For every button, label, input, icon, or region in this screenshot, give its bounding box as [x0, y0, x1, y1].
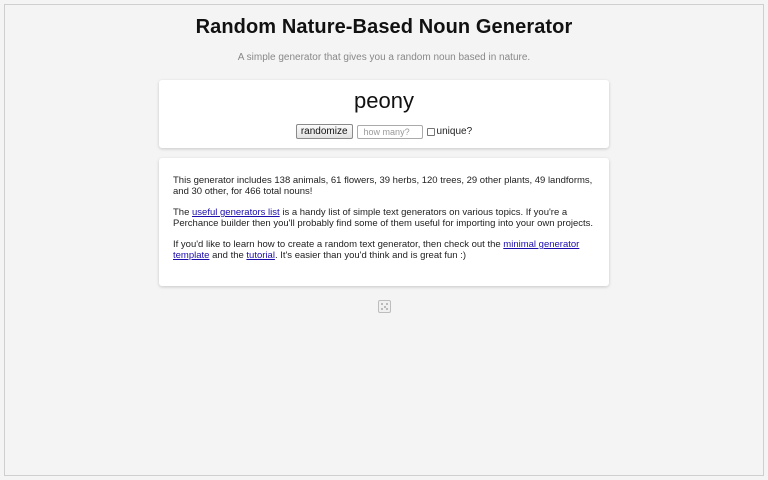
randomize-button[interactable]: randomize: [295, 124, 353, 139]
info-text: . It's easier than you'd think and is gr…: [274, 250, 467, 261]
info-card: This generator includes 138 animals, 61 …: [159, 158, 609, 286]
info-paragraph-tutorial: If you'd like to learn how to create a r…: [173, 239, 595, 261]
how-many-input[interactable]: [356, 124, 423, 139]
unique-checkbox[interactable]: [426, 127, 435, 136]
info-paragraph-useful: The useful generators list is a handy li…: [173, 207, 595, 229]
unique-toggle[interactable]: unique?: [426, 126, 473, 137]
info-text: If you'd like to learn how to create a r…: [173, 239, 504, 250]
generator-card: peony randomize unique?: [159, 80, 609, 148]
info-paragraph-counts: This generator includes 138 animals, 61 …: [173, 175, 593, 197]
info-text: and the: [209, 250, 247, 261]
generator-controls: randomize unique?: [159, 124, 609, 139]
page-subtitle: A simple generator that gives you a rand…: [237, 52, 531, 63]
unique-label: unique?: [436, 126, 473, 137]
result-text: peony: [354, 88, 414, 113]
info-text: The: [173, 207, 193, 218]
page-title: Random Nature-Based Noun Generator: [195, 16, 573, 38]
tutorial-link[interactable]: tutorial: [246, 250, 275, 261]
dice-icon[interactable]: [378, 300, 391, 313]
useful-generators-link[interactable]: useful generators list: [192, 207, 280, 218]
